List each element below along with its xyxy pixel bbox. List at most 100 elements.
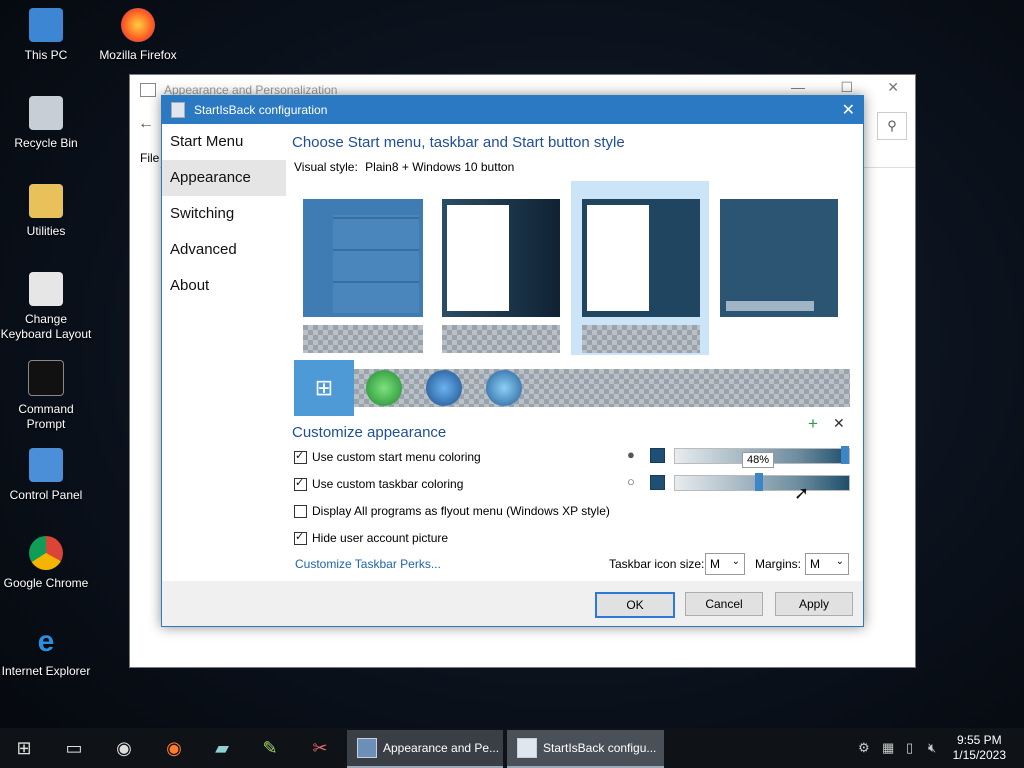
folder-icon: [29, 184, 63, 218]
customize-taskbar-perks-link[interactable]: Customize Taskbar Perks...: [295, 557, 441, 571]
option-custom-start-menu-coloring[interactable]: Use custom start menu coloring: [294, 449, 481, 464]
option-all-programs-flyout[interactable]: Display All programs as flyout menu (Win…: [294, 504, 610, 518]
slider-thumb[interactable]: [755, 473, 763, 491]
start-button[interactable]: ⊞: [6, 728, 42, 768]
taskbar-notepad-icon[interactable]: ▰: [204, 728, 240, 768]
close-icon[interactable]: ✕: [842, 100, 855, 120]
option-hide-user-picture[interactable]: Hide user account picture: [294, 530, 449, 545]
terminal-icon: [28, 360, 64, 396]
option-label: Use custom taskbar coloring: [312, 477, 464, 491]
window-icon: [357, 738, 377, 758]
style-thumbnail-3[interactable]: [582, 199, 700, 317]
search-bar: [726, 301, 814, 311]
start-button-option-windows10[interactable]: ⊞: [294, 360, 354, 416]
recycle-bin-icon: [29, 96, 63, 130]
taskbar-firefox-icon[interactable]: ◉: [156, 728, 192, 768]
taskbar-icon-size-select[interactable]: M ⌄: [705, 553, 745, 575]
desktop-icon-label: Mozilla Firefox: [99, 48, 177, 62]
desktop-icon-command-prompt[interactable]: Command Prompt: [0, 360, 92, 432]
app-icon: [517, 738, 537, 758]
close-icon[interactable]: ✕: [887, 79, 899, 96]
desktop-icon-firefox[interactable]: Mozilla Firefox: [92, 8, 184, 63]
sidebar: Start Menu Appearance Switching Advanced…: [162, 124, 286, 304]
desktop-icon-utilities[interactable]: Utilities: [0, 184, 92, 239]
usb-icon[interactable]: ▯: [906, 740, 913, 756]
startisback-dialog[interactable]: StartIsBack configuration ✕ Start Menu A…: [161, 95, 864, 627]
search-icon[interactable]: ⚲: [877, 112, 907, 140]
chevron-down-icon: ⌄: [731, 556, 740, 567]
ok-button[interactable]: OK: [595, 592, 675, 618]
taskbar-chrome-icon[interactable]: ◉: [106, 728, 142, 768]
menu-panel: [587, 205, 649, 311]
desktop-icon-control-panel[interactable]: Control Panel: [0, 448, 92, 503]
start-button-option-win7[interactable]: [426, 370, 462, 406]
margins-select[interactable]: M ⌄: [805, 553, 849, 575]
cancel-button[interactable]: Cancel: [685, 592, 763, 616]
sidebar-item-start-menu[interactable]: Start Menu: [162, 124, 286, 160]
minimize-icon[interactable]: —: [791, 79, 805, 95]
maximize-icon[interactable]: ☐: [840, 79, 853, 96]
taskbar-task-startisback[interactable]: StartIsBack configu...: [507, 730, 664, 768]
desktop-icon-change-keyboard-layout[interactable]: Change Keyboard Layout: [0, 272, 92, 342]
select-value: M: [710, 557, 720, 571]
slider-thumb[interactable]: [841, 446, 849, 464]
back-arrow-icon[interactable]: ←: [138, 115, 154, 133]
start-button-option-vista[interactable]: [486, 370, 522, 406]
checkbox[interactable]: [294, 530, 307, 545]
control-panel-icon: [29, 448, 63, 482]
apply-button[interactable]: Apply: [775, 592, 853, 616]
taskbar-opacity-slider[interactable]: [674, 473, 850, 491]
taskbar-icon-size-label: Taskbar icon size:: [609, 557, 705, 571]
remove-icon[interactable]: ✕: [833, 415, 845, 432]
dialog-title: StartIsBack configuration: [194, 103, 328, 117]
color-swatch-taskbar[interactable]: [650, 475, 665, 490]
desktop-icon-label: Utilities: [26, 224, 66, 238]
sidebar-item-advanced[interactable]: Advanced: [162, 232, 286, 268]
start-button-option-clover[interactable]: [366, 370, 402, 406]
volume-mute-icon[interactable]: 🔇︎: [928, 740, 936, 756]
option-label: Hide user account picture: [312, 531, 449, 545]
opacity-drop-empty-icon: ○: [627, 474, 635, 489]
color-icon[interactable]: ▦: [882, 740, 894, 756]
sidebar-item-switching[interactable]: Switching: [162, 196, 286, 232]
style-thumbnail-4[interactable]: [720, 199, 838, 317]
checkbox[interactable]: [294, 504, 307, 518]
sidebar-item-appearance[interactable]: Appearance: [162, 160, 286, 196]
taskbar-preview-1[interactable]: [303, 325, 423, 353]
desktop-icon-internet-explorer[interactable]: e Internet Explorer: [0, 624, 92, 679]
visual-style-value: Plain8 + Windows 10 button: [365, 160, 515, 174]
checkbox[interactable]: [294, 449, 307, 464]
style-thumbnail-1[interactable]: [303, 199, 423, 317]
clock[interactable]: 9:55 PM 1/15/2023: [953, 733, 1006, 763]
option-custom-taskbar-coloring[interactable]: Use custom taskbar coloring: [294, 476, 464, 491]
window-icon: [140, 83, 156, 97]
taskbar-terminal-icon[interactable]: ▭: [56, 728, 92, 768]
option-label: Use custom start menu coloring: [312, 450, 481, 464]
desktop-icon-label: Google Chrome: [3, 576, 89, 590]
internet-explorer-icon: e: [37, 624, 55, 658]
file-menu[interactable]: File: [140, 151, 159, 165]
computer-icon: [29, 8, 63, 42]
color-swatch-start-menu[interactable]: [650, 448, 665, 463]
dialog-titlebar[interactable]: StartIsBack configuration: [162, 96, 863, 124]
task-label: Appearance and Pe...: [383, 741, 500, 755]
mouse-cursor-icon: ➚: [794, 483, 810, 503]
firefox-icon: [121, 8, 155, 42]
network-icon[interactable]: ⚙: [858, 740, 870, 756]
sidebar-item-about[interactable]: About: [162, 268, 286, 304]
taskbar-preview-2[interactable]: [442, 325, 560, 353]
style-thumbnail-2[interactable]: [442, 199, 560, 317]
taskbar-preview-3[interactable]: [582, 325, 700, 353]
taskbar-editor-icon[interactable]: ✎: [252, 728, 288, 768]
checkbox[interactable]: [294, 476, 307, 491]
taskbar-tool-icon[interactable]: ✂: [302, 728, 338, 768]
select-value: M: [810, 557, 820, 571]
clock-time: 9:55 PM: [956, 733, 1002, 747]
desktop-icon-label: Command Prompt: [18, 402, 74, 431]
gear-icon: [29, 272, 63, 306]
desktop-icon-chrome[interactable]: Google Chrome: [0, 536, 92, 591]
add-icon[interactable]: +: [808, 414, 818, 434]
taskbar-task-appearance[interactable]: Appearance and Pe...: [347, 730, 503, 768]
desktop-icon-recycle-bin[interactable]: Recycle Bin: [0, 96, 92, 151]
desktop-icon-this-pc[interactable]: This PC: [0, 8, 92, 63]
